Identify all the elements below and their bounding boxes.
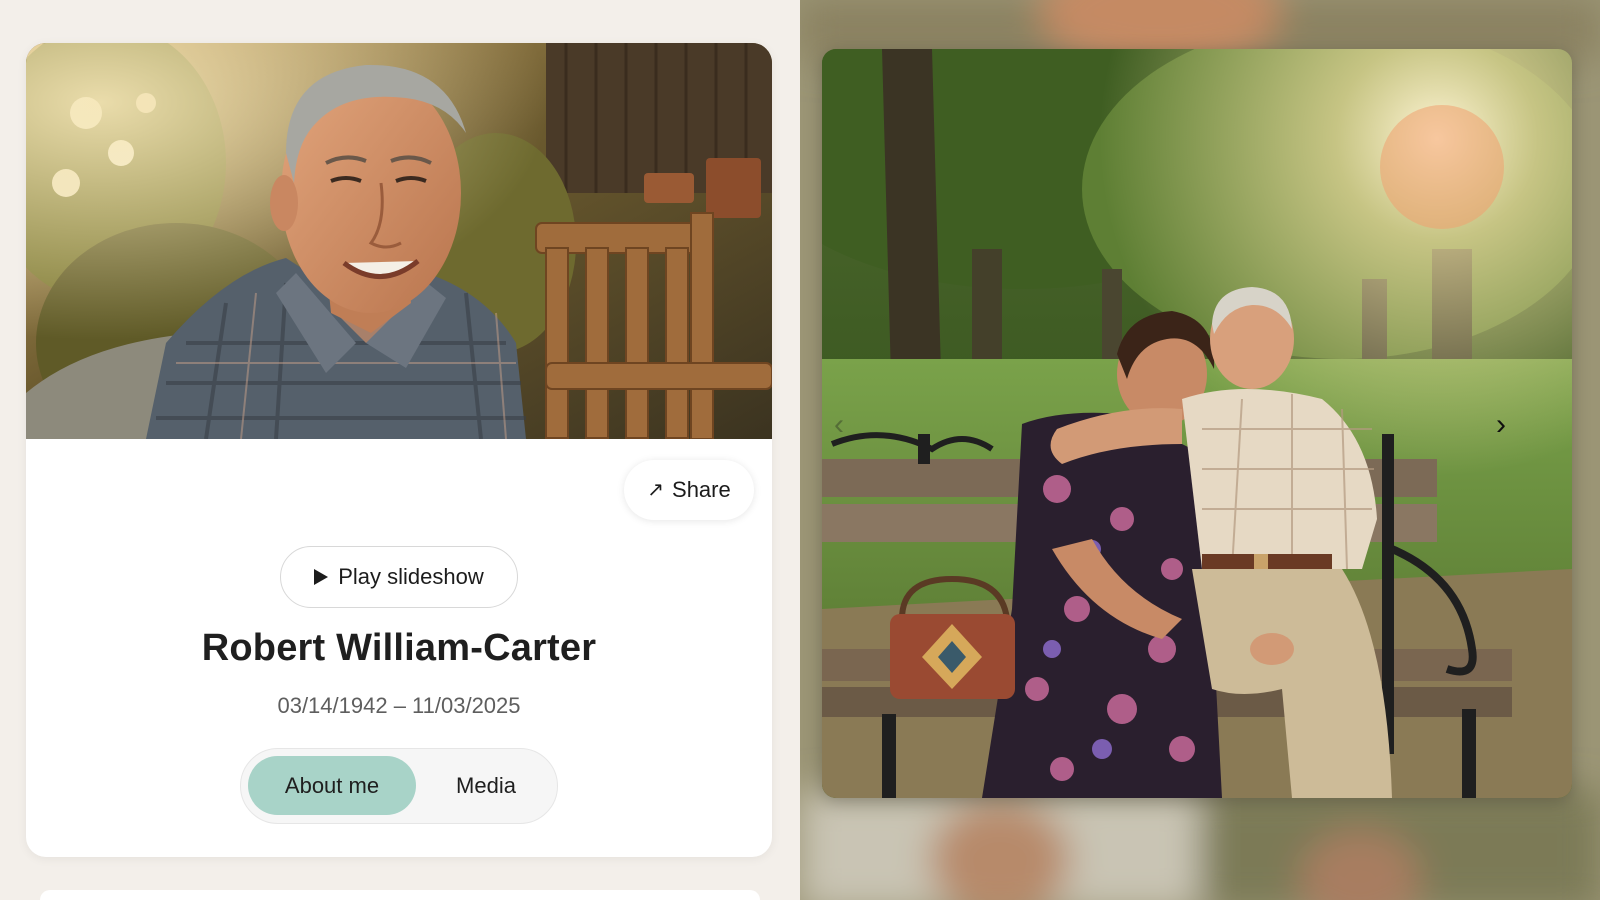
play-icon xyxy=(314,569,329,585)
profile-dates: 03/14/1942 – 11/03/2025 xyxy=(277,693,521,718)
arrow-up-right-icon: ↗ xyxy=(647,479,665,501)
profile-photo xyxy=(26,43,772,439)
profile-column: ↗ Share Play slideshow Robert William-Ca… xyxy=(0,0,800,900)
gallery-photo[interactable] xyxy=(822,49,1572,798)
profile-name: Robert William-Carter xyxy=(201,627,597,669)
play-slideshow-label: Play slideshow xyxy=(338,564,484,589)
profile-card: ↗ Share Play slideshow Robert William-Ca… xyxy=(26,43,772,857)
profile-tabs: About me Media xyxy=(240,748,558,824)
share-button[interactable]: ↗ Share xyxy=(624,460,754,520)
memorial-page: ↗ Share Play slideshow Robert William-Ca… xyxy=(0,0,1600,900)
media-gallery xyxy=(800,0,1600,900)
chevron-right-icon[interactable]: › xyxy=(1484,408,1518,442)
next-card-peek xyxy=(40,890,760,900)
chevron-left-icon[interactable]: ‹ xyxy=(822,408,856,442)
share-label: Share xyxy=(672,477,731,502)
tab-about-me[interactable]: About me xyxy=(248,756,416,815)
play-slideshow-button[interactable]: Play slideshow xyxy=(280,546,518,608)
tab-media[interactable]: Media xyxy=(421,756,551,815)
